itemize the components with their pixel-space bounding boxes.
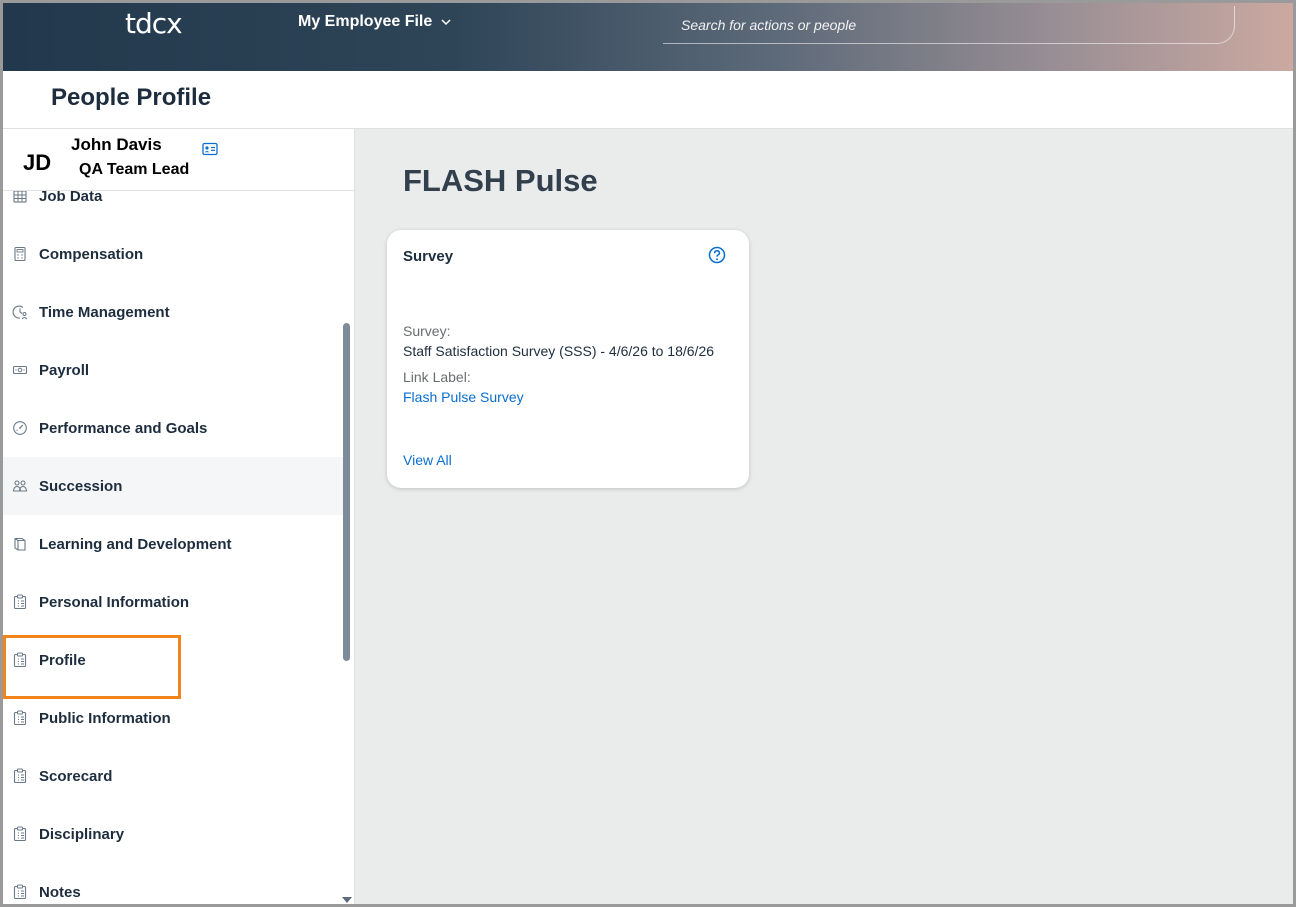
sidebar-item-payroll[interactable]: Payroll (3, 341, 343, 399)
people-group-icon (11, 477, 29, 495)
clipboard-list-icon (11, 883, 29, 901)
sidebar-item-succession[interactable]: Succession (3, 457, 343, 515)
page-title: People Profile (51, 84, 212, 111)
sidebar-item-label: Succession (39, 477, 123, 495)
survey-field-value: Staff Satisfaction Survey (SSS) - 4/6/26… (403, 343, 715, 359)
sidebar-item-label: Scorecard (39, 767, 113, 785)
gauge-icon (11, 419, 29, 437)
help-icon[interactable] (708, 246, 726, 264)
clipboard-list-icon (11, 593, 29, 611)
business-card-icon[interactable] (202, 142, 218, 156)
search-input[interactable] (663, 6, 1234, 43)
view-all-link[interactable]: View All (403, 452, 452, 468)
sidebar: JD John Davis QA Team Lead Job Data Comp… (3, 129, 355, 904)
employee-role: QA Team Lead (79, 161, 190, 178)
sidebar-item-scorecard[interactable]: Scorecard (3, 747, 343, 805)
clipboard-list-icon (11, 651, 29, 669)
sidebar-item-learning-and-development[interactable]: Learning and Development (3, 515, 343, 573)
sidebar-item-label: Public Information (39, 709, 171, 727)
sidebar-nav: Job Data Compensation Time Management Pa… (3, 167, 343, 904)
search-bar[interactable] (663, 6, 1235, 44)
sidebar-item-label: Disciplinary (39, 825, 125, 843)
avatar-initials: JD (23, 150, 52, 175)
shell-bar: tdcx My Employee File (3, 3, 1293, 71)
employee-name: John Davis (71, 135, 162, 154)
sidebar-item-personal-information[interactable]: Personal Information (3, 573, 343, 631)
section-title: FLASH Pulse (403, 163, 598, 198)
sidebar-item-public-information[interactable]: Public Information (3, 689, 343, 747)
sidebar-item-label: Profile (39, 651, 86, 669)
sidebar-item-label: Personal Information (39, 593, 190, 611)
sidebar-item-notes[interactable]: Notes (3, 863, 343, 904)
survey-field-label: Survey: (403, 323, 451, 339)
sidebar-item-label: Time Management (39, 303, 170, 321)
sidebar-item-label: Performance and Goals (39, 419, 208, 437)
card-title: Survey (403, 248, 454, 265)
sidebar-item-profile[interactable]: Profile (3, 631, 343, 699)
link-label-field-label: Link Label: (403, 369, 471, 385)
clipboard-list-icon (11, 825, 29, 843)
employee-header: JD John Davis QA Team Lead (3, 129, 354, 191)
clipboard-list-icon (11, 709, 29, 727)
chevron-down-icon (441, 19, 451, 26)
sidebar-item-compensation[interactable]: Compensation (3, 225, 343, 283)
flash-pulse-survey-link[interactable]: Flash Pulse Survey (403, 389, 524, 405)
book-icon (11, 535, 29, 553)
survey-card: Survey Survey: Staff Satisfaction Survey… (387, 230, 749, 488)
sidebar-item-time-management[interactable]: Time Management (3, 283, 343, 341)
company-logo[interactable]: tdcx (125, 7, 183, 40)
sidebar-item-label: Learning and Development (39, 535, 232, 553)
main-content: FLASH Pulse Survey Survey: Staff Satisfa… (355, 129, 1293, 904)
money-bill-icon (11, 361, 29, 379)
sidebar-item-label: Compensation (39, 245, 144, 263)
sidebar-item-disciplinary[interactable]: Disciplinary (3, 805, 343, 863)
page-header: People Profile (3, 71, 1293, 129)
app-menu-dropdown[interactable]: My Employee File (298, 13, 452, 31)
sidebar-item-performance-and-goals[interactable]: Performance and Goals (3, 399, 343, 457)
sidebar-scrollbar[interactable] (343, 323, 350, 661)
sidebar-item-label: Payroll (39, 361, 90, 379)
scroll-down-arrow-icon[interactable] (342, 897, 352, 903)
sidebar-item-label: Notes (39, 883, 81, 901)
clock-person-icon (11, 303, 29, 321)
app-menu-label: My Employee File (298, 13, 433, 30)
app-window: tdcx My Employee File People Profile JD … (0, 0, 1296, 907)
calculator-icon (11, 245, 29, 263)
clipboard-list-icon (11, 767, 29, 785)
